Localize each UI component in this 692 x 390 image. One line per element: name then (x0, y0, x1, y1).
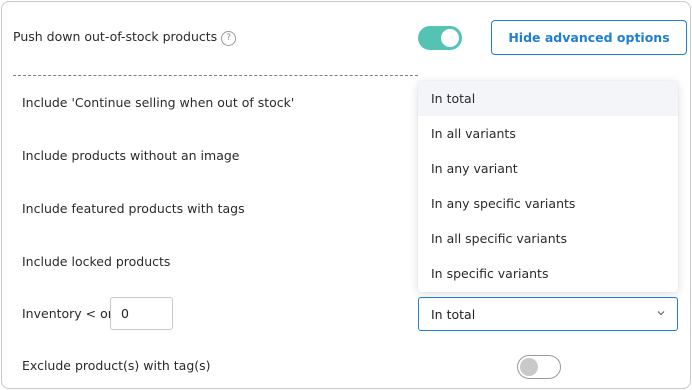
exclude-tags-toggle[interactable] (517, 355, 561, 379)
toggle-knob (520, 358, 538, 376)
question-circle-icon[interactable]: ? (221, 31, 237, 46)
advanced-options-panel: Push down out-of-stock products? Hide ad… (1, 1, 691, 389)
hide-advanced-options-button[interactable]: Hide advanced options (491, 20, 687, 55)
push-down-label: Push down out-of-stock products (13, 29, 218, 44)
inventory-label: Inventory < or= (22, 306, 124, 321)
featured-tags-label: Include featured products with tags (22, 201, 245, 216)
dropdown-option[interactable]: In any variant (418, 151, 678, 186)
dropdown-option[interactable]: In all specific variants (418, 221, 678, 256)
exclude-tags-label: Exclude product(s) with tag(s) (22, 358, 211, 373)
dropdown-option[interactable]: In all variants (418, 116, 678, 151)
inventory-scope-select[interactable]: In total (418, 297, 678, 331)
without-image-label: Include products without an image (22, 148, 240, 163)
inventory-input[interactable]: 0 (110, 297, 173, 330)
dropdown-option[interactable]: In total (418, 81, 678, 116)
continue-selling-label: Include 'Continue selling when out of st… (22, 95, 295, 110)
toggle-knob (441, 29, 459, 47)
push-down-row: Push down out-of-stock products? (13, 29, 237, 46)
section-divider (13, 75, 418, 76)
inventory-scope-value: In total (431, 306, 476, 322)
inventory-scope-dropdown: In total In all variants In any variant … (418, 81, 678, 292)
locked-products-label: Include locked products (22, 254, 171, 269)
push-down-toggle[interactable] (418, 26, 462, 50)
dropdown-option[interactable]: In specific variants (418, 256, 678, 291)
dropdown-option[interactable]: In any specific variants (418, 186, 678, 221)
chevron-down-icon (657, 311, 665, 316)
